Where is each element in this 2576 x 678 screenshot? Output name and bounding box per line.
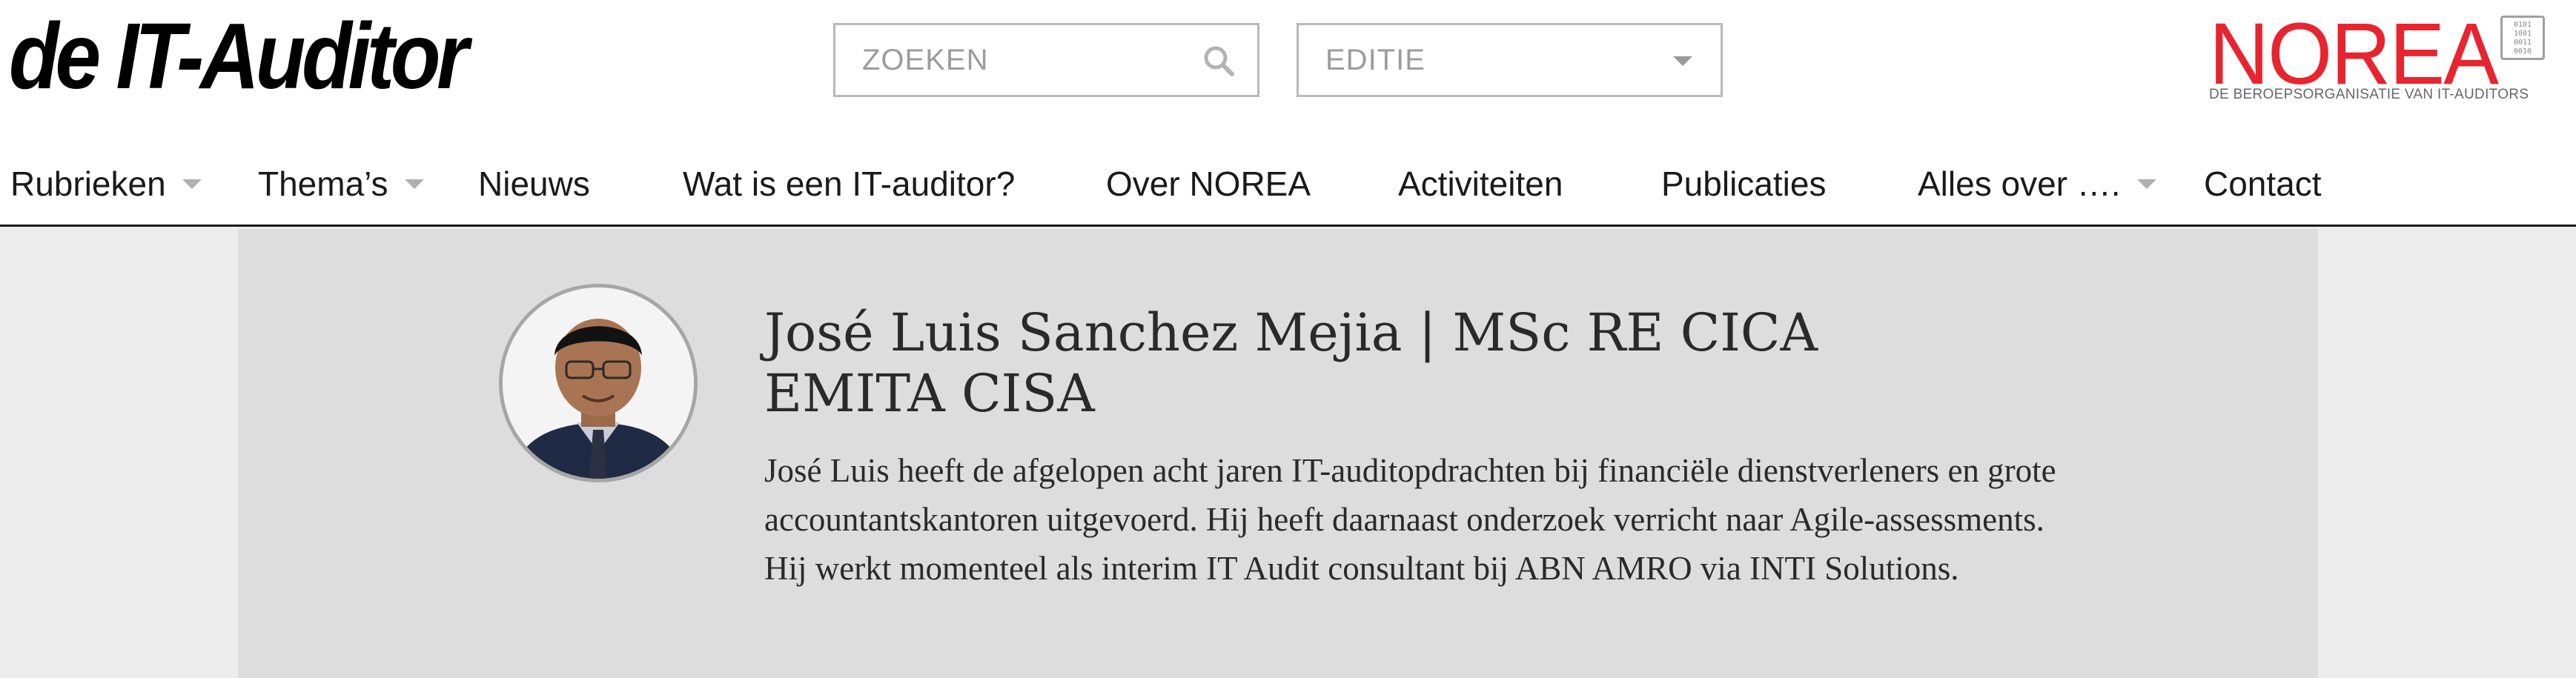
binary-badge-icon: 0101 1001 0011 0010: [2500, 16, 2545, 60]
nav-item-over-norea[interactable]: Over NOREA: [1106, 154, 1311, 213]
nav-item-rubrieken[interactable]: Rubrieken: [10, 154, 202, 213]
site-header: de IT-Auditor EDITIE NOREA 0101100100110…: [0, 0, 2576, 227]
chevron-down-icon: [2136, 179, 2156, 190]
norea-logo[interactable]: NOREA 0101 1001 0011 0010 DE BEROEPSORGANIS…: [2209, 10, 2550, 107]
nav-item-label: Publicaties: [1661, 164, 1827, 203]
author-bio: José Luis heeft de afgelopen acht jaren …: [764, 452, 2056, 587]
search-box[interactable]: [833, 23, 1259, 97]
chevron-down-icon: [1673, 56, 1692, 66]
nav-item-label: Wat is een IT-auditor?: [683, 164, 1016, 203]
norea-tagline: DE BEROEPSORGANISATIE VAN IT-AUDITORS: [2209, 87, 2529, 102]
search-icon[interactable]: [1202, 44, 1235, 77]
chevron-down-icon: [404, 179, 424, 190]
nav-item-contact[interactable]: Contact: [2204, 154, 2322, 213]
nav-item-wat-is-een-it-auditor[interactable]: Wat is een IT-auditor?: [683, 154, 1015, 213]
chevron-down-icon: [182, 179, 202, 190]
nav-item-label: Over NOREA: [1106, 164, 1311, 203]
site-logo[interactable]: de IT-Auditor: [9, 4, 468, 108]
author-photo: [503, 288, 694, 479]
nav-item-label: Thema’s: [258, 164, 388, 203]
nav-item-label: Rubrieken: [10, 164, 166, 203]
nav-item-alles-over[interactable]: Alles over ….: [1918, 154, 2156, 213]
nav-item-label: Alles over ….: [1918, 164, 2121, 203]
nav-item-nieuws[interactable]: Nieuws: [478, 154, 590, 213]
nav-item-themas[interactable]: Thema’s: [258, 154, 424, 213]
norea-logo-word: NOREA: [2209, 5, 2499, 103]
main-navigation: Rubrieken Thema’s Nieuws Wat is een IT-a…: [0, 154, 2576, 213]
edition-select[interactable]: EDITIE: [1297, 23, 1723, 97]
nav-item-activiteiten[interactable]: Activiteiten: [1398, 154, 1563, 213]
search-input[interactable]: [862, 25, 1188, 95]
nav-item-label: Activiteiten: [1398, 164, 1563, 203]
edition-select-value: EDITIE: [1325, 44, 1426, 76]
nav-item-publicaties[interactable]: Publicaties: [1661, 154, 1826, 213]
nav-item-label: Nieuws: [478, 164, 590, 203]
nav-item-label: Contact: [2204, 164, 2322, 203]
author-name: José Luis Sanchez Mejia | MSc RE CICA EM…: [764, 302, 1818, 424]
avatar: [499, 284, 698, 482]
